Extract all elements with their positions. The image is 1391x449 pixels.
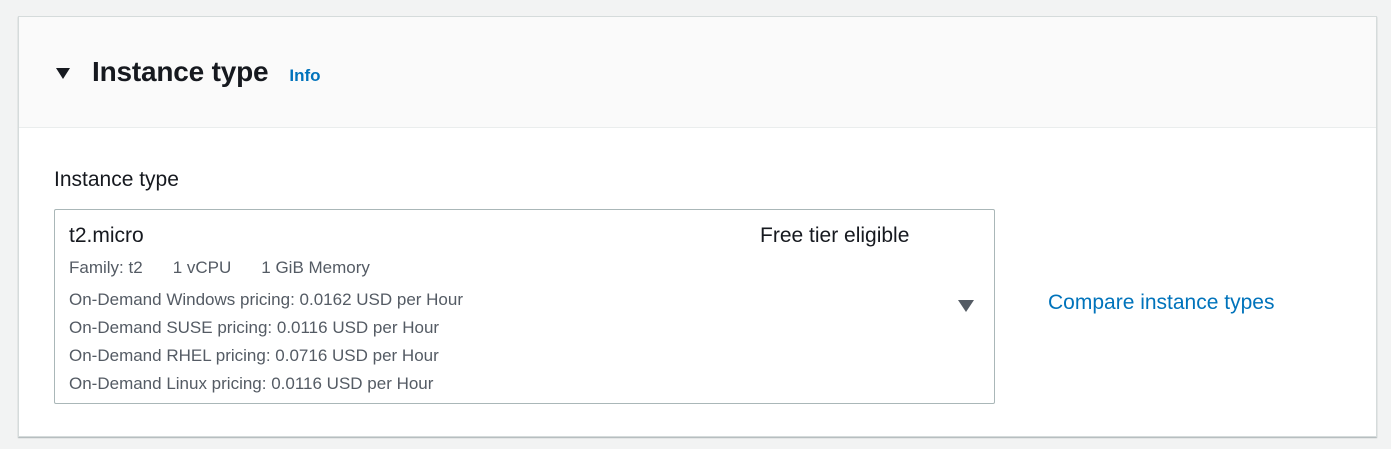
expand-caret-icon[interactable] bbox=[56, 67, 70, 79]
instance-type-panel: Instance type Info Instance type t2.micr… bbox=[18, 16, 1377, 437]
memory-tag: 1 GiB Memory bbox=[261, 258, 370, 277]
field-label: Instance type bbox=[54, 168, 179, 191]
pricing-rhel: On-Demand RHEL pricing: 0.0716 USD per H… bbox=[69, 346, 439, 365]
free-tier-badge: Free tier eligible bbox=[760, 224, 910, 247]
selected-instance-type: t2.micro bbox=[69, 224, 144, 247]
section-title: Instance type bbox=[92, 56, 269, 87]
vcpu-tag: 1 vCPU bbox=[172, 258, 232, 277]
dropdown-caret-icon[interactable] bbox=[958, 300, 974, 312]
instance-type-select[interactable]: t2.micro Free tier eligible Family: t2 1… bbox=[54, 209, 995, 404]
pricing-suse: On-Demand SUSE pricing: 0.0116 USD per H… bbox=[69, 318, 440, 337]
pricing-linux: On-Demand Linux pricing: 0.0116 USD per … bbox=[69, 374, 434, 393]
info-link[interactable]: Info bbox=[289, 66, 320, 86]
compare-instance-types-link[interactable]: Compare instance types bbox=[1048, 291, 1274, 315]
pricing-list: On-Demand Windows pricing: 0.0162 USD pe… bbox=[69, 286, 463, 398]
instance-tags: Family: t2 1 vCPU 1 GiB Memory bbox=[69, 258, 400, 278]
panel-header[interactable]: Instance type Info bbox=[19, 17, 1376, 128]
pricing-windows: On-Demand Windows pricing: 0.0162 USD pe… bbox=[69, 290, 464, 309]
family-tag: Family: t2 bbox=[69, 258, 143, 277]
